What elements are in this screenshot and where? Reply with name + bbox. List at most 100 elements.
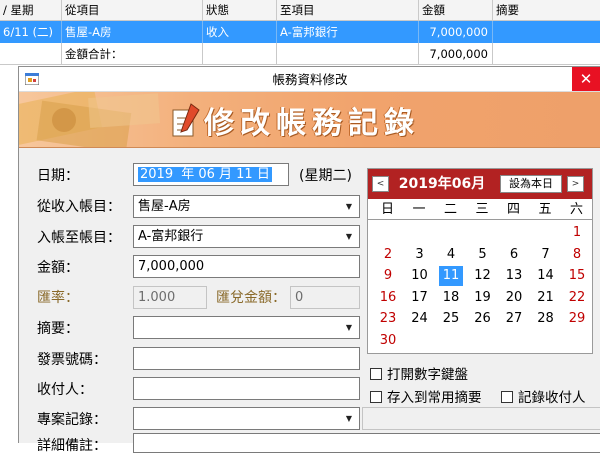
date-rest: 年 06 月 11 日 xyxy=(175,167,272,182)
set-today-button[interactable]: 設為本日 xyxy=(500,175,562,193)
calendar-day[interactable]: 22 xyxy=(565,288,589,308)
chevron-down-icon[interactable]: ▼ xyxy=(342,226,356,247)
to-account-select[interactable]: A-富邦銀行 ▼ xyxy=(133,225,360,248)
project-label: 專案記錄： xyxy=(37,412,107,428)
calendar-day[interactable]: 5 xyxy=(471,245,495,265)
calendar-day[interactable]: 20 xyxy=(502,288,526,308)
numpad-checkbox[interactable]: 打開數字鍵盤 xyxy=(370,363,468,383)
header-to[interactable]: 至項目 xyxy=(277,0,419,20)
fx-amount-input: 0 xyxy=(290,286,360,309)
header-amount[interactable]: 金額 xyxy=(419,0,493,20)
to-account-value: A-富邦銀行 xyxy=(138,229,204,244)
calendar-day[interactable]: 2 xyxy=(376,245,400,265)
close-button[interactable]: ✕ xyxy=(572,67,600,91)
cell-from: 售屋-A房 xyxy=(62,21,203,43)
save-memo-label: 存入到常用摘要 xyxy=(387,390,482,406)
records-grid: / 星期 從項目 狀態 至項目 金額 摘要 6/11 (二) 售屋-A房 收入 … xyxy=(0,0,600,66)
calendar-day[interactable]: 10 xyxy=(408,266,432,286)
cell-status: 收入 xyxy=(203,21,277,43)
calendar-day[interactable]: 23 xyxy=(376,309,400,329)
calendar-day[interactable]: 6 xyxy=(502,245,526,265)
calendar-day[interactable]: 9 xyxy=(376,266,400,286)
chevron-down-icon[interactable]: ▼ xyxy=(342,317,356,338)
from-account-select[interactable]: 售屋-A房 ▼ xyxy=(133,195,360,218)
fx-amount-label: 匯兌金額： xyxy=(216,290,286,306)
calendar-day[interactable]: 7 xyxy=(534,245,558,265)
detail-notes-label: 詳細備註： xyxy=(37,438,107,454)
record-payer-checkbox[interactable]: 記錄收付人 xyxy=(501,386,586,406)
chevron-down-icon[interactable]: ▼ xyxy=(342,408,356,429)
project-select[interactable]: ▼ xyxy=(133,407,360,430)
calendar-day[interactable]: 30 xyxy=(376,331,400,351)
date-picker[interactable]: 2019 年 06 月 11 日 xyxy=(133,163,289,186)
payer-input[interactable] xyxy=(133,377,360,400)
calendar-day[interactable]: 27 xyxy=(502,309,526,329)
from-account-value: 售屋-A房 xyxy=(138,199,191,214)
next-month-button[interactable]: > xyxy=(567,176,584,192)
total-row: 金額合計： 7,000,000 xyxy=(0,43,600,65)
prev-month-button[interactable]: < xyxy=(372,176,389,192)
calendar-header: < 2019年06月 設為本日 > xyxy=(368,169,592,199)
header-memo[interactable]: 摘要 xyxy=(493,0,600,20)
total-value: 7,000,000 xyxy=(419,43,493,64)
calendar-day[interactable]: 29 xyxy=(565,309,589,329)
dialog-titlebar[interactable]: 帳務資料修改 ✕ xyxy=(19,67,600,92)
invoice-label: 發票號碼： xyxy=(37,352,107,368)
calendar-weekday: 三 xyxy=(475,202,489,217)
banner-title: 修改帳務記錄 xyxy=(204,106,420,141)
date-label: 日期： xyxy=(37,168,79,184)
calendar-day[interactable]: 21 xyxy=(534,288,558,308)
date-year: 2019 xyxy=(138,167,176,182)
calendar-day[interactable]: 24 xyxy=(408,309,432,329)
calendar-day[interactable]: 19 xyxy=(471,288,495,308)
calendar-weekday: 六 xyxy=(569,202,583,217)
calendar-day[interactable]: 1 xyxy=(565,223,589,243)
calendar-weekday: 日 xyxy=(380,202,394,217)
money-banner-image xyxy=(19,92,161,147)
cell-amount: 7,000,000 xyxy=(419,21,493,43)
cell-to: A-富邦銀行 xyxy=(277,21,419,43)
memo-select[interactable]: ▼ xyxy=(133,316,360,339)
calendar-day[interactable]: 15 xyxy=(565,266,589,286)
calendar-day[interactable]: 28 xyxy=(534,309,558,329)
chevron-down-icon[interactable]: ▼ xyxy=(342,196,356,217)
amount-input[interactable]: 7,000,000 xyxy=(133,255,360,278)
calendar-day[interactable]: 14 xyxy=(534,266,558,286)
edit-record-dialog: 帳務資料修改 ✕ 修改帳務記錄 日期： 2019 年 06 月 11 日 (星期… xyxy=(18,66,600,454)
calendar-weekday: 四 xyxy=(506,202,520,217)
total-label: 金額合計： xyxy=(62,43,203,64)
pen-icon xyxy=(172,103,200,137)
calendar-day[interactable]: 26 xyxy=(471,309,495,329)
dialog-banner: 修改帳務記錄 xyxy=(19,92,600,148)
calendar-day[interactable]: 18 xyxy=(439,288,463,308)
calendar: < 2019年06月 設為本日 > 日一二三四五六 1 2 3 4 5 6 7 8 9 10 11 1… xyxy=(367,168,593,354)
detail-notes-input[interactable] xyxy=(133,433,600,453)
numpad-label: 打開數字鍵盤 xyxy=(387,367,468,383)
calendar-day[interactable]: 3 xyxy=(408,245,432,265)
calendar-day[interactable]: 13 xyxy=(502,266,526,286)
calendar-day[interactable]: 25 xyxy=(439,309,463,329)
header-weekday[interactable]: / 星期 xyxy=(0,0,62,20)
table-row[interactable]: 6/11 (二) 售屋-A房 收入 A-富邦銀行 7,000,000 xyxy=(0,21,600,43)
save-memo-checkbox[interactable]: 存入到常用摘要 xyxy=(370,386,482,406)
calendar-day[interactable]: 12 xyxy=(471,266,495,286)
checkbox-icon[interactable] xyxy=(501,391,513,403)
project-extra-field xyxy=(362,407,600,430)
calendar-weekdays: 日一二三四五六 xyxy=(368,200,592,220)
calendar-day[interactable]: 16 xyxy=(376,288,400,308)
calendar-day[interactable]: 4 xyxy=(439,245,463,265)
calendar-day[interactable]: 11 xyxy=(439,266,463,286)
checkbox-icon[interactable] xyxy=(370,368,382,380)
cell-date: 6/11 (二) xyxy=(0,21,62,43)
calendar-day[interactable]: 8 xyxy=(565,245,589,265)
grid-header: / 星期 從項目 狀態 至項目 金額 摘要 xyxy=(0,0,600,21)
header-from[interactable]: 從項目 xyxy=(62,0,203,20)
from-account-label: 從收入帳目： xyxy=(37,199,121,215)
invoice-input[interactable] xyxy=(133,347,360,370)
checkbox-icon[interactable] xyxy=(370,391,382,403)
to-account-label: 入帳至帳目： xyxy=(37,230,121,246)
header-status[interactable]: 狀態 xyxy=(203,0,277,20)
calendar-month-title: 2019年06月 xyxy=(398,176,486,192)
calendar-day[interactable]: 17 xyxy=(408,288,432,308)
memo-label: 摘要： xyxy=(37,321,79,337)
